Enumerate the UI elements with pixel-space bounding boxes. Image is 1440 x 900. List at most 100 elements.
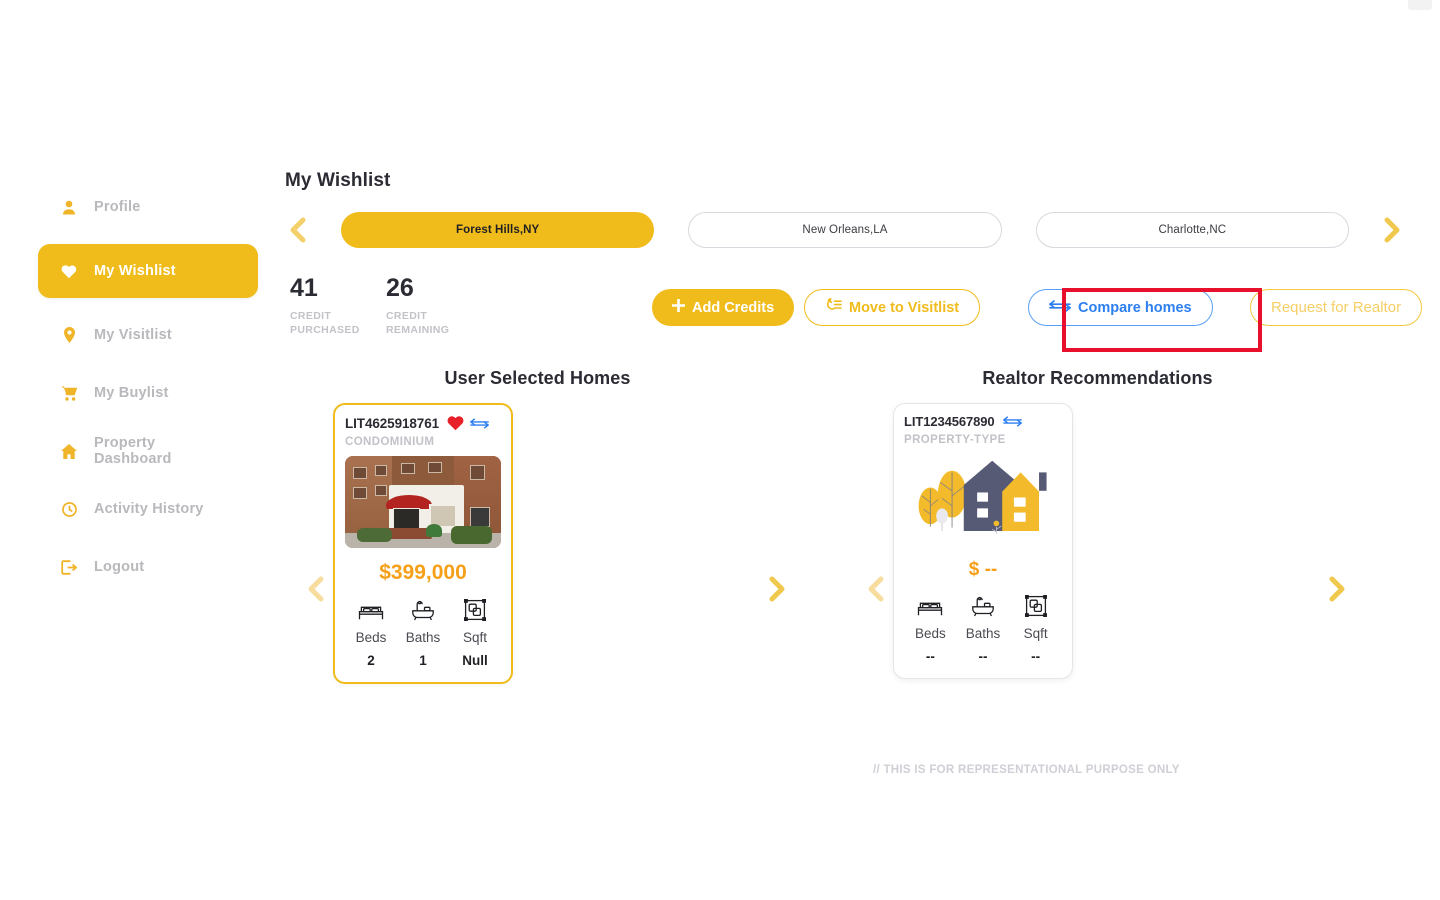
map-pin-icon bbox=[60, 327, 78, 343]
spec-beds: Beds 2 bbox=[345, 597, 397, 668]
realtor-recommendations-next-button[interactable] bbox=[1324, 569, 1350, 609]
spec-value: Null bbox=[462, 653, 488, 668]
spec-label: Sqft bbox=[462, 630, 487, 645]
spec-label: Sqft bbox=[1023, 626, 1048, 641]
cart-icon bbox=[60, 385, 78, 401]
home-icon bbox=[60, 443, 78, 459]
credit-remaining: 26 CREDIT REMAINING bbox=[386, 276, 456, 337]
city-tabs-prev-button[interactable] bbox=[285, 210, 311, 250]
sidebar-item-label: My Wishlist bbox=[94, 263, 176, 279]
main-content: My Wishlist Forest Hills,NY New Orleans,… bbox=[285, 170, 1423, 337]
city-tab-label: Forest Hills,NY bbox=[456, 224, 540, 236]
property-card[interactable]: LIT4625918761 CONDOMINIUM $399,000 Beds … bbox=[333, 403, 513, 684]
request-for-realtor-button[interactable]: Request for Realtor bbox=[1250, 289, 1423, 326]
spec-sqft: Sqft -- bbox=[1009, 593, 1062, 664]
property-card-specs: Beds 2 Baths 1 Sqft Null bbox=[345, 597, 501, 668]
compare-arrows-icon[interactable] bbox=[1002, 415, 1022, 428]
credit-remaining-value: 26 bbox=[386, 274, 414, 302]
city-tab-new-orleans[interactable]: New Orleans,LA bbox=[688, 212, 1002, 248]
recommended-property-price: $ -- bbox=[968, 559, 998, 580]
sidebar-item-label: My Buylist bbox=[94, 385, 169, 401]
property-card-price: $399,000 bbox=[379, 561, 467, 584]
compare-homes-label: Compare homes bbox=[1078, 299, 1192, 316]
property-card-id: LIT4625918761 bbox=[345, 415, 440, 431]
recommended-property-card[interactable]: LIT1234567890 PROPERTY-TYPE $ -- Beds --… bbox=[893, 403, 1073, 679]
sidebar-item-my-wishlist[interactable]: My Wishlist bbox=[38, 244, 258, 298]
credit-purchased: 41 CREDIT PURCHASED bbox=[290, 276, 360, 337]
sidebar-item-label: Logout bbox=[94, 559, 145, 575]
move-to-visitlist-button[interactable]: Move to Visitlist bbox=[804, 289, 981, 326]
move-to-visitlist-label: Move to Visitlist bbox=[849, 299, 960, 316]
spec-label: Beds bbox=[914, 626, 946, 641]
spec-baths: Baths 1 bbox=[397, 597, 449, 668]
spec-value: 2 bbox=[367, 653, 375, 668]
sidebar-nav: Profile My Wishlist My Visitlist My Buyl… bbox=[38, 186, 258, 604]
sidebar-item-profile[interactable]: Profile bbox=[38, 186, 258, 228]
window-corner-stub bbox=[1408, 0, 1432, 10]
add-credits-label: Add Credits bbox=[692, 299, 775, 316]
sidebar-item-my-buylist[interactable]: My Buylist bbox=[38, 372, 258, 414]
compare-arrows-icon[interactable] bbox=[470, 417, 489, 430]
property-card-type: CONDOMINIUM bbox=[345, 436, 435, 448]
compare-homes-button[interactable]: Compare homes bbox=[1028, 289, 1213, 326]
representational-purpose-note: // THIS IS FOR REPRESENTATIONAL PURPOSE … bbox=[873, 764, 1180, 776]
spec-label: Baths bbox=[405, 630, 441, 645]
credits-summary: 41 CREDIT PURCHASED 26 CREDIT REMAINING bbox=[285, 276, 456, 337]
user-selected-homes-heading: User Selected Homes bbox=[444, 368, 631, 388]
recommended-property-card-id: LIT1234567890 bbox=[904, 414, 995, 429]
spec-sqft: Sqft Null bbox=[449, 597, 501, 668]
sidebar-item-my-visitlist[interactable]: My Visitlist bbox=[38, 314, 258, 356]
city-tabs-next-button[interactable] bbox=[1379, 210, 1405, 250]
city-tabs-carousel: Forest Hills,NY New Orleans,LA Charlotte… bbox=[285, 206, 1405, 254]
bath-icon bbox=[397, 597, 449, 623]
credit-purchased-label: CREDIT PURCHASED bbox=[290, 310, 360, 337]
spec-baths: Baths -- bbox=[957, 593, 1010, 664]
toolbar-row: 41 CREDIT PURCHASED 26 CREDIT REMAINING … bbox=[285, 276, 1423, 337]
realtor-recommendations-heading: Realtor Recommendations bbox=[982, 368, 1213, 388]
listings-sections: User Selected Homes Realtor Recommendati… bbox=[285, 368, 1415, 684]
sqft-icon bbox=[449, 597, 501, 623]
plus-icon bbox=[672, 299, 685, 316]
credit-remaining-label: CREDIT REMAINING bbox=[386, 310, 450, 337]
move-list-icon bbox=[825, 297, 842, 317]
recommended-property-illustration bbox=[904, 454, 1062, 546]
credit-purchased-value: 41 bbox=[290, 274, 318, 302]
recommended-property-specs: Beds -- Baths -- Sqft -- bbox=[904, 593, 1062, 664]
request-for-realtor-label: Request for Realtor bbox=[1271, 299, 1402, 316]
city-tab-forest-hills[interactable]: Forest Hills,NY bbox=[341, 212, 655, 248]
sidebar-item-label: Profile bbox=[94, 199, 141, 215]
bed-icon bbox=[904, 593, 957, 619]
app-page: Profile My Wishlist My Visitlist My Buyl… bbox=[0, 0, 1440, 900]
property-card-photo bbox=[345, 456, 501, 548]
add-credits-button[interactable]: Add Credits bbox=[652, 289, 795, 326]
spec-label: Baths bbox=[965, 626, 1001, 641]
sidebar-item-logout[interactable]: Logout bbox=[38, 546, 258, 588]
clock-icon bbox=[60, 501, 78, 517]
sidebar-item-label: My Visitlist bbox=[94, 327, 172, 343]
user-selected-next-button[interactable] bbox=[764, 569, 790, 609]
city-tab-label: Charlotte,NC bbox=[1158, 224, 1227, 236]
spec-beds: Beds -- bbox=[904, 593, 957, 664]
page-title: My Wishlist bbox=[285, 170, 391, 191]
city-tab-charlotte[interactable]: Charlotte,NC bbox=[1035, 212, 1349, 248]
sidebar-item-activity-history[interactable]: Activity History bbox=[38, 488, 258, 530]
spec-value: -- bbox=[1031, 649, 1041, 664]
sidebar-item-label: Property Dashboard bbox=[94, 435, 172, 467]
sidebar-item-label: Activity History bbox=[94, 501, 204, 517]
bed-icon bbox=[345, 597, 397, 623]
user-icon bbox=[60, 200, 78, 215]
spec-label: Beds bbox=[355, 630, 387, 645]
recommended-property-card-type: PROPERTY-TYPE bbox=[904, 434, 1006, 446]
spec-value: 1 bbox=[419, 653, 427, 668]
realtor-recommendations-prev-button[interactable] bbox=[863, 569, 889, 609]
heart-filled-icon[interactable] bbox=[447, 415, 464, 431]
sqft-icon bbox=[1009, 593, 1062, 619]
realtor-recommendations-carousel: LIT1234567890 PROPERTY-TYPE $ -- Beds --… bbox=[845, 403, 1350, 679]
sidebar-item-property-dashboard[interactable]: Property Dashboard bbox=[38, 430, 258, 472]
city-tab-label: New Orleans,LA bbox=[802, 224, 888, 236]
bath-icon bbox=[957, 593, 1010, 619]
spec-value: -- bbox=[925, 649, 935, 664]
logout-icon bbox=[60, 559, 78, 575]
heart-icon bbox=[60, 264, 78, 279]
user-selected-prev-button[interactable] bbox=[303, 569, 329, 609]
